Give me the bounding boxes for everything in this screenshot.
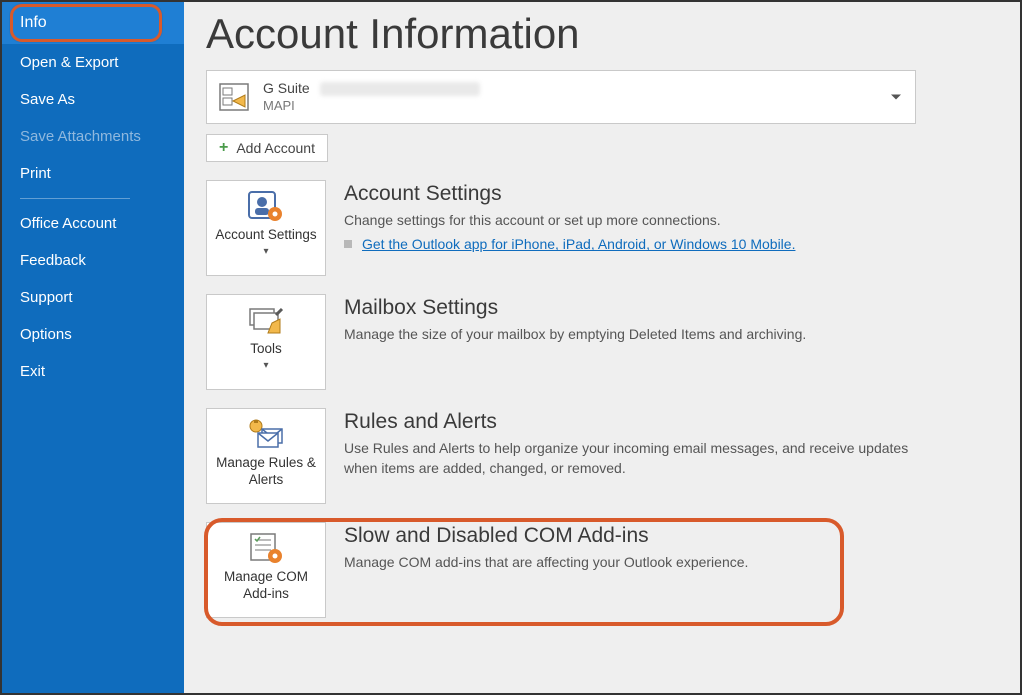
com-addins-title: Slow and Disabled COM Add-ins xyxy=(344,524,926,548)
sidebar-item-print[interactable]: Print xyxy=(2,155,184,192)
tools-tile[interactable]: Tools ▾ xyxy=(206,294,326,390)
sidebar-item-save-attachments: Save Attachments xyxy=(2,118,184,155)
bullet-icon xyxy=(344,240,352,248)
manage-com-addins-tile-label: Manage COM Add-ins xyxy=(213,569,319,603)
sidebar-item-open-export[interactable]: Open & Export xyxy=(2,44,184,81)
sidebar-item-save-as[interactable]: Save As xyxy=(2,81,184,118)
sidebar-item-info[interactable]: Info xyxy=(2,2,184,44)
sidebar-item-options[interactable]: Options xyxy=(2,316,184,353)
chevron-down-icon: ▾ xyxy=(263,246,268,257)
com-addins-desc: Manage COM add-ins that are affecting yo… xyxy=(344,552,926,572)
manage-com-addins-tile[interactable]: Manage COM Add-ins xyxy=(206,522,326,618)
plus-icon: + xyxy=(219,140,228,156)
add-account-button[interactable]: + Add Account xyxy=(206,134,328,162)
chevron-down-icon: ▾ xyxy=(263,360,268,371)
backstage-sidebar: Info Open & Export Save As Save Attachme… xyxy=(2,2,184,693)
account-settings-title: Account Settings xyxy=(344,182,916,206)
account-settings-desc: Change settings for this account or set … xyxy=(344,210,916,230)
com-addins-icon xyxy=(246,531,286,565)
sidebar-item-support[interactable]: Support xyxy=(2,279,184,316)
mailbox-icon xyxy=(217,80,251,114)
account-type-line: MAPI xyxy=(263,98,480,114)
mailbox-settings-desc: Manage the size of your mailbox by empty… xyxy=(344,324,916,344)
account-settings-tile-label: Account Settings xyxy=(215,227,316,244)
account-prefix: G Suite xyxy=(263,80,310,98)
tools-tile-label: Tools xyxy=(250,341,282,358)
account-settings-icon xyxy=(246,189,286,223)
rules-alerts-desc: Use Rules and Alerts to help organize yo… xyxy=(344,438,916,479)
tools-icon xyxy=(246,303,286,337)
manage-rules-tile[interactable]: Manage Rules & Alerts xyxy=(206,408,326,504)
account-settings-tile[interactable]: Account Settings ▾ xyxy=(206,180,326,276)
sidebar-item-exit[interactable]: Exit xyxy=(2,353,184,390)
account-selector-dropdown[interactable]: G Suite MAPI xyxy=(206,70,916,124)
add-account-label: Add Account xyxy=(236,140,315,156)
get-outlook-app-link[interactable]: Get the Outlook app for iPhone, iPad, An… xyxy=(362,236,795,252)
sidebar-item-feedback[interactable]: Feedback xyxy=(2,242,184,279)
account-email-redacted xyxy=(320,82,480,96)
sidebar-separator xyxy=(20,198,130,199)
rules-alerts-title: Rules and Alerts xyxy=(344,410,916,434)
page-title: Account Information xyxy=(206,10,992,58)
sidebar-item-office-account[interactable]: Office Account xyxy=(2,205,184,242)
main-content: Account Information G Suite MAPI xyxy=(184,2,1020,693)
mailbox-settings-title: Mailbox Settings xyxy=(344,296,916,320)
rules-alerts-icon xyxy=(246,417,286,451)
chevron-down-icon xyxy=(891,95,901,100)
manage-rules-tile-label: Manage Rules & Alerts xyxy=(213,455,319,489)
account-name-line: G Suite xyxy=(263,80,480,98)
